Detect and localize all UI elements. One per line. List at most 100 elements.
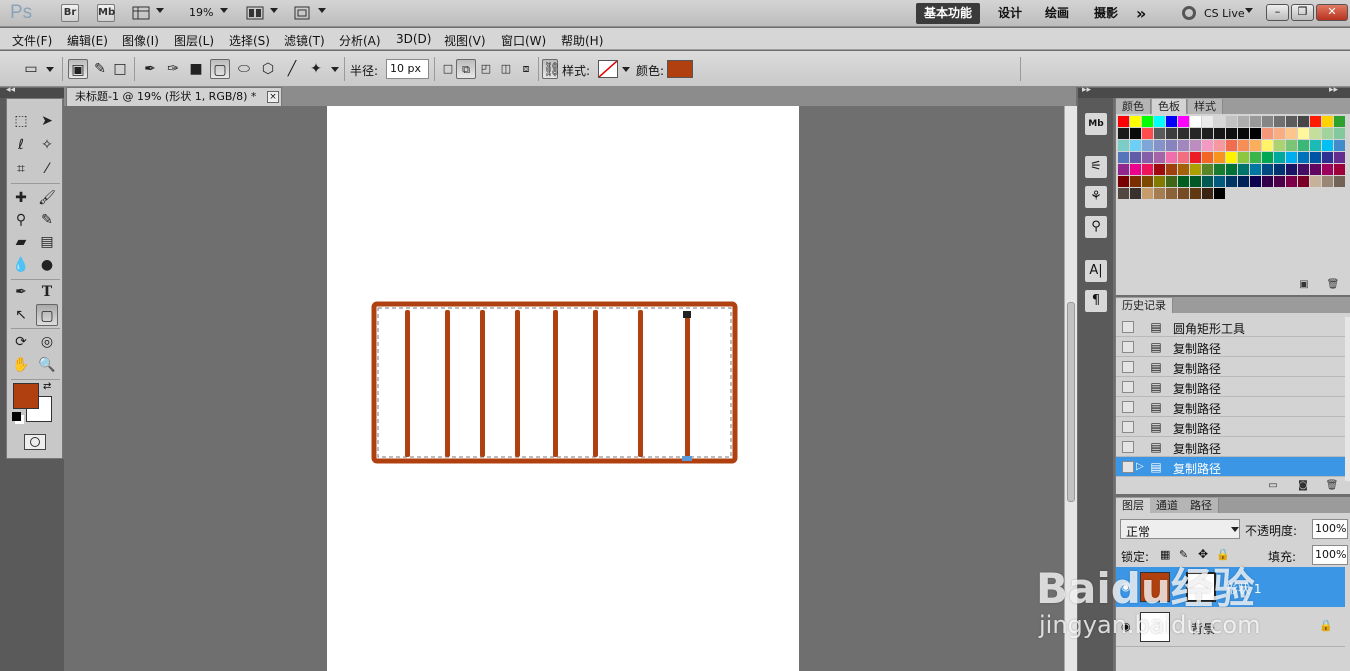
panels-collapse-bar[interactable]: ▸▸ (1114, 85, 1350, 98)
lock-all-icon[interactable]: 🔒 (1216, 548, 1230, 561)
color-swatch[interactable] (1250, 152, 1261, 163)
color-swatch[interactable] (1202, 152, 1213, 163)
menu-help[interactable]: 帮助(H) (561, 32, 603, 49)
color-swatch[interactable] (1130, 176, 1141, 187)
menu-edit[interactable]: 编辑(E) (67, 32, 108, 49)
brush-presets-icon[interactable]: ⚟ (1085, 156, 1107, 178)
rounded-rectangle-shapes[interactable] (327, 106, 799, 671)
color-swatch[interactable] (1178, 188, 1189, 199)
chevron-down-icon[interactable] (220, 8, 228, 13)
menu-select[interactable]: 选择(S) (229, 32, 270, 49)
style-picker[interactable] (598, 60, 618, 78)
color-swatch[interactable] (1154, 176, 1165, 187)
arrange-documents-button[interactable] (246, 5, 266, 21)
color-swatch[interactable] (1190, 176, 1201, 187)
view-extras-button[interactable] (132, 5, 152, 21)
color-swatch[interactable] (1274, 116, 1285, 127)
color-swatch[interactable] (1202, 176, 1213, 187)
color-swatch[interactable] (1226, 164, 1237, 175)
history-item[interactable]: ▤ 圆角矩形工具 (1116, 317, 1345, 337)
tool-preset-picker[interactable]: ▭ (21, 59, 41, 79)
color-swatch[interactable] (1178, 116, 1189, 127)
new-snapshot-icon[interactable]: ◙ (1296, 480, 1310, 492)
color-swatch[interactable] (1190, 164, 1201, 175)
color-swatch[interactable] (1178, 140, 1189, 151)
chevron-down-icon[interactable] (156, 8, 164, 13)
color-swatch[interactable] (1118, 152, 1129, 163)
eye-icon[interactable]: ◉ (1121, 620, 1131, 633)
history-item[interactable]: ▤ 复制路径 (1116, 377, 1345, 397)
menu-3d[interactable]: 3D(D) (396, 32, 431, 46)
color-swatch[interactable] (1118, 128, 1129, 139)
color-swatch[interactable] (1166, 164, 1177, 175)
color-swatch[interactable] (1166, 128, 1177, 139)
color-swatch[interactable] (1322, 164, 1333, 175)
lock-image-icon[interactable]: ✎ (1179, 548, 1188, 561)
tab-styles[interactable]: 样式 (1188, 99, 1223, 114)
marquee-tool-icon[interactable]: ⬚ (10, 110, 32, 132)
scrollbar-thumb[interactable] (1067, 302, 1075, 502)
tab-layers[interactable]: 图层 (1116, 498, 1151, 513)
shape-layers-mode-icon[interactable]: ▣ (68, 59, 88, 79)
color-swatch[interactable] (1166, 116, 1177, 127)
menu-image[interactable]: 图像(I) (122, 32, 159, 49)
color-swatch[interactable] (1190, 140, 1201, 151)
minibridge-button[interactable]: Mb (97, 4, 115, 22)
brush-tool-icon[interactable]: 🖌 (36, 187, 58, 209)
color-swatch[interactable] (1154, 128, 1165, 139)
cs-live-button[interactable]: CS Live (1204, 7, 1245, 20)
color-swatch[interactable] (1310, 164, 1321, 175)
color-swatch[interactable] (1190, 128, 1201, 139)
menu-window[interactable]: 窗口(W) (501, 32, 546, 49)
color-swatch[interactable] (1238, 128, 1249, 139)
color-swatch[interactable] (1250, 140, 1261, 151)
history-item[interactable]: ▤ 复制路径 (1116, 397, 1345, 417)
color-swatch[interactable] (1154, 152, 1165, 163)
eyedropper-tool-icon[interactable]: ⁄ (36, 158, 58, 180)
tab-color[interactable]: 颜色 (1116, 99, 1151, 114)
color-swatch[interactable] (1142, 152, 1153, 163)
history-item[interactable]: ▤ 复制路径 (1116, 357, 1345, 377)
color-swatch[interactable] (1262, 176, 1273, 187)
line-shape-icon[interactable]: ╱ (282, 59, 302, 79)
zoom-level[interactable]: 19% (189, 6, 213, 19)
color-swatch[interactable] (1262, 128, 1273, 139)
rectangle-shape-icon[interactable]: ■ (186, 59, 206, 79)
history-brush-source-checkbox[interactable] (1122, 321, 1134, 333)
history-brush-source-checkbox[interactable] (1122, 461, 1134, 473)
new-swatch-icon[interactable]: ▣ (1297, 279, 1311, 291)
hand-tool-icon[interactable]: ✋ (10, 354, 32, 376)
color-swatch[interactable] (1298, 140, 1309, 151)
eye-icon[interactable]: ◉ (1121, 580, 1131, 593)
color-swatch[interactable] (1262, 164, 1273, 175)
more-workspaces-button[interactable]: » (1128, 3, 1154, 24)
color-swatch[interactable] (1262, 116, 1273, 127)
history-item[interactable]: ▤ 复制路径 (1116, 337, 1345, 357)
history-brush-source-checkbox[interactable] (1122, 401, 1134, 413)
swap-colors-icon[interactable]: ⇄ (43, 381, 51, 392)
dock-collapse-bar[interactable]: ▸▸ (1078, 85, 1114, 98)
color-swatch[interactable] (1238, 176, 1249, 187)
quick-selection-tool-icon[interactable]: ✧ (36, 134, 58, 156)
color-swatch[interactable] (1178, 164, 1189, 175)
document-tab[interactable]: 未标题-1 @ 19% (形状 1, RGB/8) * × (66, 87, 282, 106)
color-swatch[interactable] (1118, 140, 1129, 151)
fill-pixels-mode-icon[interactable]: □ (110, 59, 130, 79)
color-swatch[interactable] (1226, 116, 1237, 127)
paths-mode-icon[interactable]: ✎ (90, 59, 110, 79)
color-swatch[interactable] (1214, 116, 1225, 127)
move-tool-icon[interactable]: ➤ (36, 110, 58, 132)
color-swatch[interactable] (1154, 164, 1165, 175)
color-swatch[interactable] (1274, 152, 1285, 163)
color-swatch[interactable] (1142, 188, 1153, 199)
chevron-down-icon[interactable] (270, 8, 278, 13)
color-swatch[interactable] (1214, 140, 1225, 151)
menu-layer[interactable]: 图层(L) (174, 32, 214, 49)
chevron-down-icon[interactable] (46, 67, 54, 72)
custom-shape-icon[interactable]: ✦ (306, 59, 326, 79)
color-swatch[interactable] (1298, 116, 1309, 127)
eraser-tool-icon[interactable]: ▰ (10, 231, 32, 253)
intersect-shape-areas-icon[interactable]: ◫ (496, 59, 516, 79)
color-swatch[interactable] (1334, 176, 1345, 187)
color-swatch[interactable] (1202, 140, 1213, 151)
